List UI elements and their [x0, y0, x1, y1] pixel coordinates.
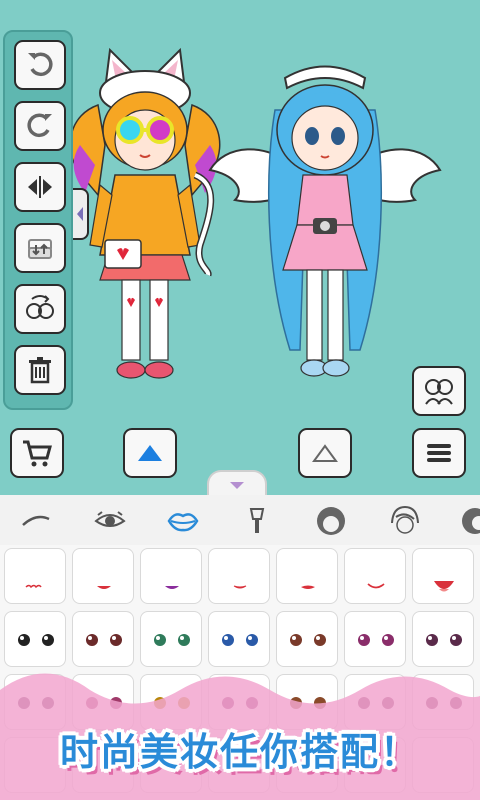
character-angel-girl[interactable] [205, 50, 445, 400]
redo-button[interactable] [14, 101, 66, 151]
tab-hair-side[interactable] [455, 501, 480, 541]
undo-icon [28, 52, 53, 77]
hair-bangs-icon [391, 505, 419, 534]
redo-icon [27, 113, 52, 138]
panel-pull-tab[interactable] [207, 470, 267, 495]
characters-button[interactable] [412, 366, 466, 416]
tab-brush[interactable] [237, 501, 277, 541]
eyes-swatch [222, 634, 258, 646]
eyes-swatch [290, 634, 326, 646]
two-characters-icon [425, 379, 453, 405]
tab-hair-front[interactable] [385, 501, 425, 541]
tab-lips[interactable] [163, 501, 203, 541]
lips-swatch [233, 585, 247, 589]
category-tab-bar [0, 495, 480, 546]
tab-eyes[interactable] [90, 501, 130, 541]
item-lips-2[interactable] [72, 548, 134, 604]
hair-icon [317, 507, 345, 535]
item-eyes-6[interactable] [344, 611, 406, 667]
makeup-brush-icon [249, 508, 265, 533]
item-lips-5[interactable] [276, 548, 338, 604]
eyes-swatch [154, 634, 190, 646]
lips-swatch [301, 585, 315, 589]
lips-swatch [434, 581, 454, 592]
edit-toolbar [3, 30, 73, 410]
tab-hair-back[interactable] [311, 501, 351, 541]
eyes-swatch [86, 634, 122, 646]
triangle-up-filled-icon [138, 445, 162, 461]
eyes-swatch [426, 634, 462, 646]
chevron-down-icon [230, 482, 244, 489]
item-lips-1[interactable] [4, 548, 66, 604]
item-lips-3[interactable] [140, 548, 202, 604]
item-eyes-7[interactable] [412, 611, 474, 667]
item-lips-7[interactable] [412, 548, 474, 604]
cart-icon [23, 440, 52, 467]
item-eyes-3[interactable] [140, 611, 202, 667]
hamburger-menu-icon [427, 444, 451, 462]
dressup-stage[interactable] [0, 0, 480, 495]
item-eyes-1[interactable] [4, 611, 66, 667]
move-forward-button[interactable] [123, 428, 177, 478]
trash-icon [29, 357, 51, 384]
item-eyes-4[interactable] [208, 611, 270, 667]
eyes-swatch [18, 634, 54, 646]
delete-button[interactable] [14, 345, 66, 395]
lips-swatch [97, 586, 111, 589]
hair-side-icon [462, 508, 480, 534]
item-eyes-5[interactable] [276, 611, 338, 667]
lips-swatch [165, 586, 179, 589]
lips-icon [167, 513, 199, 532]
undo-button[interactable] [14, 40, 66, 90]
lips-swatch [25, 584, 42, 589]
item-lips-6[interactable] [344, 548, 406, 604]
item-lips-4[interactable] [208, 548, 270, 604]
tab-eyebrows[interactable] [16, 501, 56, 541]
shop-button[interactable] [10, 428, 64, 478]
chevron-left-icon [77, 207, 83, 221]
swap-character-button[interactable] [14, 284, 66, 334]
eyebrow-icon [22, 515, 50, 526]
promo-banner-text: 时尚美妆任你搭配！ [59, 729, 420, 774]
toolbar-collapse-tab[interactable] [73, 188, 89, 240]
promo-banner: 时尚美妆任你搭配！ [0, 718, 480, 778]
move-backward-button[interactable] [298, 428, 352, 478]
layer-swap-icon [28, 239, 52, 259]
triangle-up-outline-icon [312, 444, 338, 462]
swap-faces-icon [26, 295, 54, 319]
lips-swatch [367, 583, 385, 589]
layer-button[interactable] [14, 223, 66, 273]
flip-button[interactable] [14, 162, 66, 212]
eyes-swatch [358, 634, 394, 646]
flip-horizontal-icon [28, 176, 52, 198]
item-eyes-2[interactable] [72, 611, 134, 667]
eye-icon [94, 511, 126, 527]
menu-button[interactable] [412, 428, 466, 478]
